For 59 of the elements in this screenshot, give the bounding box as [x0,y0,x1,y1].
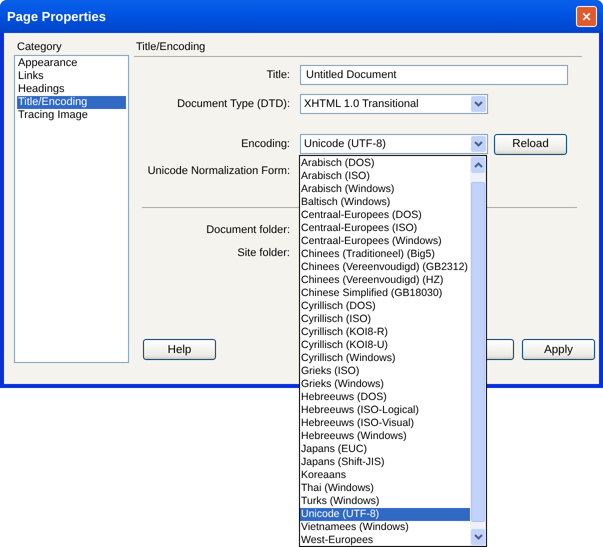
encoding-option[interactable]: Koreaans [300,469,470,482]
chevron-down-icon [474,141,483,147]
encoding-option[interactable]: Grieks (ISO) [300,365,470,378]
encoding-option[interactable]: Chinese Simplified (GB18030) [300,287,470,300]
category-item[interactable]: Tracing Image [17,109,126,122]
document-type-dropdown[interactable]: XHTML 1.0 Transitional [300,94,488,114]
encoding-option[interactable]: Arabisch (Windows) [300,183,470,196]
category-item[interactable]: Title/Encoding [17,96,126,109]
category-item[interactable]: Headings [17,83,126,96]
chevron-down-icon [474,534,482,540]
apply-button[interactable]: Apply [522,339,595,360]
field-label: Site folder: [236,247,290,259]
encoding-option[interactable]: Chinees (Traditioneel) (Big5) [300,248,470,261]
encoding-option[interactable]: Cyrillisch (ISO) [300,313,470,326]
encoding-option[interactable]: Cyrillisch (KOI8-R) [300,326,470,339]
window-title: Page Properties [7,9,106,24]
encoding-option[interactable]: Cyrillisch (KOI8-U) [300,339,470,352]
encoding-option[interactable]: Centraal-Europees (Windows) [300,235,470,248]
encoding-option[interactable]: Centraal-Europees (ISO) [300,222,470,235]
scrollbar[interactable] [470,156,486,546]
scroll-down-button[interactable] [471,529,485,545]
encoding-option[interactable]: Vietnamees (Windows) [300,521,470,534]
encoding-option[interactable]: Arabisch (DOS) [300,157,470,170]
encoding-option[interactable]: Unicode (UTF-8) [300,508,470,521]
scroll-thumb[interactable] [471,182,485,522]
encoding-dropdown[interactable]: Unicode (UTF-8) [300,134,488,154]
encoding-option[interactable]: Cyrillisch (Windows) [300,352,470,365]
field-label: Document folder: [205,224,290,236]
encoding-option[interactable]: Thai (Windows) [300,482,470,495]
reload-button[interactable]: Reload [494,134,567,154]
section-heading: Title/Encoding [135,41,206,55]
field-label: Document Type (DTD): [176,98,290,110]
encoding-option[interactable]: Chinees (Vereenvoudigd) (HZ) [300,274,470,287]
encoding-option[interactable]: Grieks (Windows) [300,378,470,391]
field-label: Encoding: [240,138,290,150]
chevron-up-icon [474,162,482,168]
field-label: Title: [266,69,290,81]
chevron-down-icon [474,101,483,107]
scroll-up-button[interactable] [471,157,485,173]
field-label: Unicode Normalization Form: [146,165,290,177]
encoding-option[interactable]: Baltisch (Windows) [300,196,470,209]
encoding-option[interactable]: Hebreeuws (ISO-Visual) [300,417,470,430]
encoding-option[interactable]: Japans (EUC) [300,443,470,456]
encoding-option[interactable]: Japans (Shift-JIS) [300,456,470,469]
encoding-option[interactable]: West-Europees [300,534,470,547]
category-item[interactable]: Links [17,70,126,83]
encoding-option[interactable]: Hebreeuws (ISO-Logical) [300,404,470,417]
encoding-option[interactable]: Arabisch (ISO) [300,170,470,183]
title-field[interactable]: Untitled Document [300,65,568,85]
category-label: Category [16,41,63,55]
encoding-option[interactable]: Centraal-Europees (DOS) [300,209,470,222]
encoding-option[interactable]: Hebreeuws (DOS) [300,391,470,404]
close-button[interactable]: ✕ [576,6,597,27]
category-item[interactable]: Appearance [17,57,126,70]
encoding-option[interactable]: Chinees (Vereenvoudigd) (GB2312) [300,261,470,274]
encoding-option[interactable]: Turks (Windows) [300,495,470,508]
help-button[interactable]: Help [143,339,216,360]
encoding-option[interactable]: Hebreeuws (Windows) [300,430,470,443]
encoding-option[interactable]: Cyrillisch (DOS) [300,300,470,313]
